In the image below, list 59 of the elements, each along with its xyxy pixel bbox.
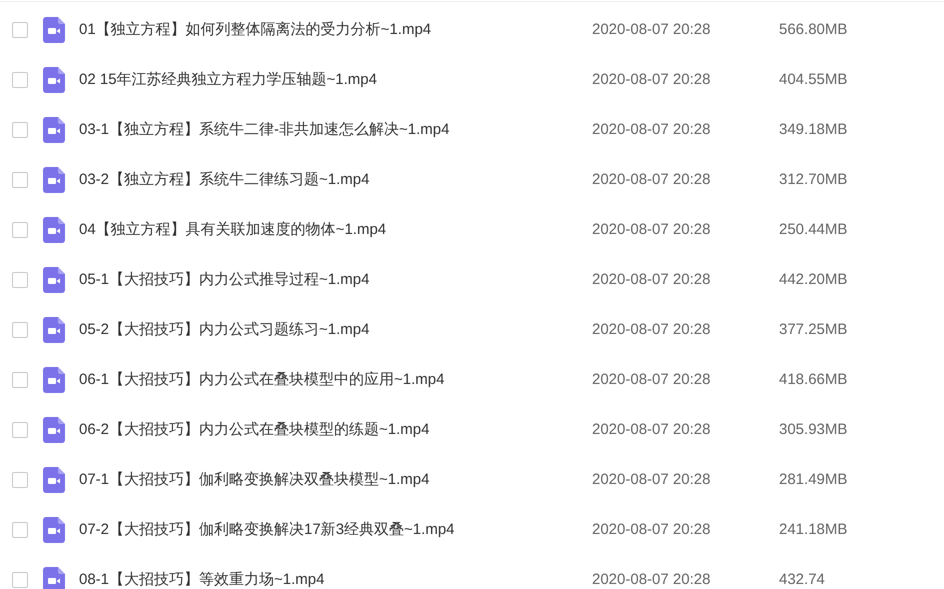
checkbox[interactable] bbox=[12, 22, 28, 38]
modified-date: 2020-08-07 20:28 bbox=[592, 470, 712, 490]
video-file-icon bbox=[43, 517, 65, 543]
video-file-icon bbox=[43, 167, 65, 193]
video-file-icon bbox=[43, 417, 65, 443]
file-name[interactable]: 03-1【独立方程】系统牛二律-非共加速怎么解决~1.mp4 bbox=[79, 118, 589, 142]
file-size: 250.44MB bbox=[779, 220, 848, 240]
file-size: 241.18MB bbox=[779, 520, 848, 540]
modified-date: 2020-08-07 20:28 bbox=[592, 220, 712, 240]
checkbox[interactable] bbox=[12, 222, 28, 238]
file-size: 418.66MB bbox=[779, 370, 848, 390]
modified-date: 2020-08-07 20:28 bbox=[592, 570, 712, 589]
video-file-icon bbox=[43, 317, 65, 343]
file-size: 404.55MB bbox=[779, 70, 848, 90]
file-name[interactable]: 01【独立方程】如何列整体隔离法的受力分析~1.mp4 bbox=[79, 18, 589, 42]
file-name[interactable]: 06-2【大招技巧】内力公式在叠块模型的练题~1.mp4 bbox=[79, 418, 589, 442]
modified-date: 2020-08-07 20:28 bbox=[592, 120, 712, 140]
file-name[interactable]: 03-2【独立方程】系统牛二律练习题~1.mp4 bbox=[79, 168, 589, 192]
checkbox[interactable] bbox=[12, 272, 28, 288]
modified-date: 2020-08-07 20:28 bbox=[592, 420, 712, 440]
video-file-icon bbox=[43, 267, 65, 293]
file-name[interactable]: 06-1【大招技巧】内力公式在叠块模型中的应用~1.mp4 bbox=[79, 368, 589, 392]
video-file-icon bbox=[43, 217, 65, 243]
modified-date: 2020-08-07 20:28 bbox=[592, 70, 712, 90]
modified-date: 2020-08-07 20:28 bbox=[592, 520, 712, 540]
checkbox[interactable] bbox=[12, 322, 28, 338]
file-name[interactable]: 07-2【大招技巧】伽利略变换解决17新3经典双叠~1.mp4 bbox=[79, 518, 589, 542]
video-file-icon bbox=[43, 467, 65, 493]
checkbox[interactable] bbox=[12, 572, 28, 588]
file-size: 312.70MB bbox=[779, 170, 848, 190]
modified-date: 2020-08-07 20:28 bbox=[592, 320, 712, 340]
video-file-icon bbox=[43, 67, 65, 93]
video-file-icon bbox=[43, 367, 65, 393]
file-size: 281.49MB bbox=[779, 470, 848, 490]
modified-date: 2020-08-07 20:28 bbox=[592, 170, 712, 190]
file-name[interactable]: 02 15年江苏经典独立方程力学压轴题~1.mp4 bbox=[79, 68, 589, 92]
checkbox[interactable] bbox=[12, 372, 28, 388]
file-name[interactable]: 05-1【大招技巧】内力公式推导过程~1.mp4 bbox=[79, 268, 589, 292]
file-size: 305.93MB bbox=[779, 420, 848, 440]
file-size: 377.25MB bbox=[779, 320, 848, 340]
modified-date: 2020-08-07 20:28 bbox=[592, 20, 712, 40]
video-file-icon bbox=[43, 17, 65, 43]
video-file-icon bbox=[43, 117, 65, 143]
checkbox[interactable] bbox=[12, 172, 28, 188]
checkbox[interactable] bbox=[12, 472, 28, 488]
file-size: 566.80MB bbox=[779, 20, 848, 40]
file-size: 432.74 bbox=[779, 570, 825, 589]
modified-date: 2020-08-07 20:28 bbox=[592, 270, 712, 290]
checkbox[interactable] bbox=[12, 522, 28, 538]
file-size: 349.18MB bbox=[779, 120, 848, 140]
file-name[interactable]: 08-1【大招技巧】等效重力场~1.mp4 bbox=[79, 568, 589, 589]
file-name[interactable]: 05-2【大招技巧】内力公式习题练习~1.mp4 bbox=[79, 318, 589, 342]
checkbox[interactable] bbox=[12, 122, 28, 138]
file-name[interactable]: 04【独立方程】具有关联加速度的物体~1.mp4 bbox=[79, 218, 589, 242]
file-size: 442.20MB bbox=[779, 270, 848, 290]
modified-date: 2020-08-07 20:28 bbox=[592, 370, 712, 390]
checkbox[interactable] bbox=[12, 422, 28, 438]
checkbox[interactable] bbox=[12, 72, 28, 88]
file-name[interactable]: 07-1【大招技巧】伽利略变换解决双叠块模型~1.mp4 bbox=[79, 468, 589, 492]
